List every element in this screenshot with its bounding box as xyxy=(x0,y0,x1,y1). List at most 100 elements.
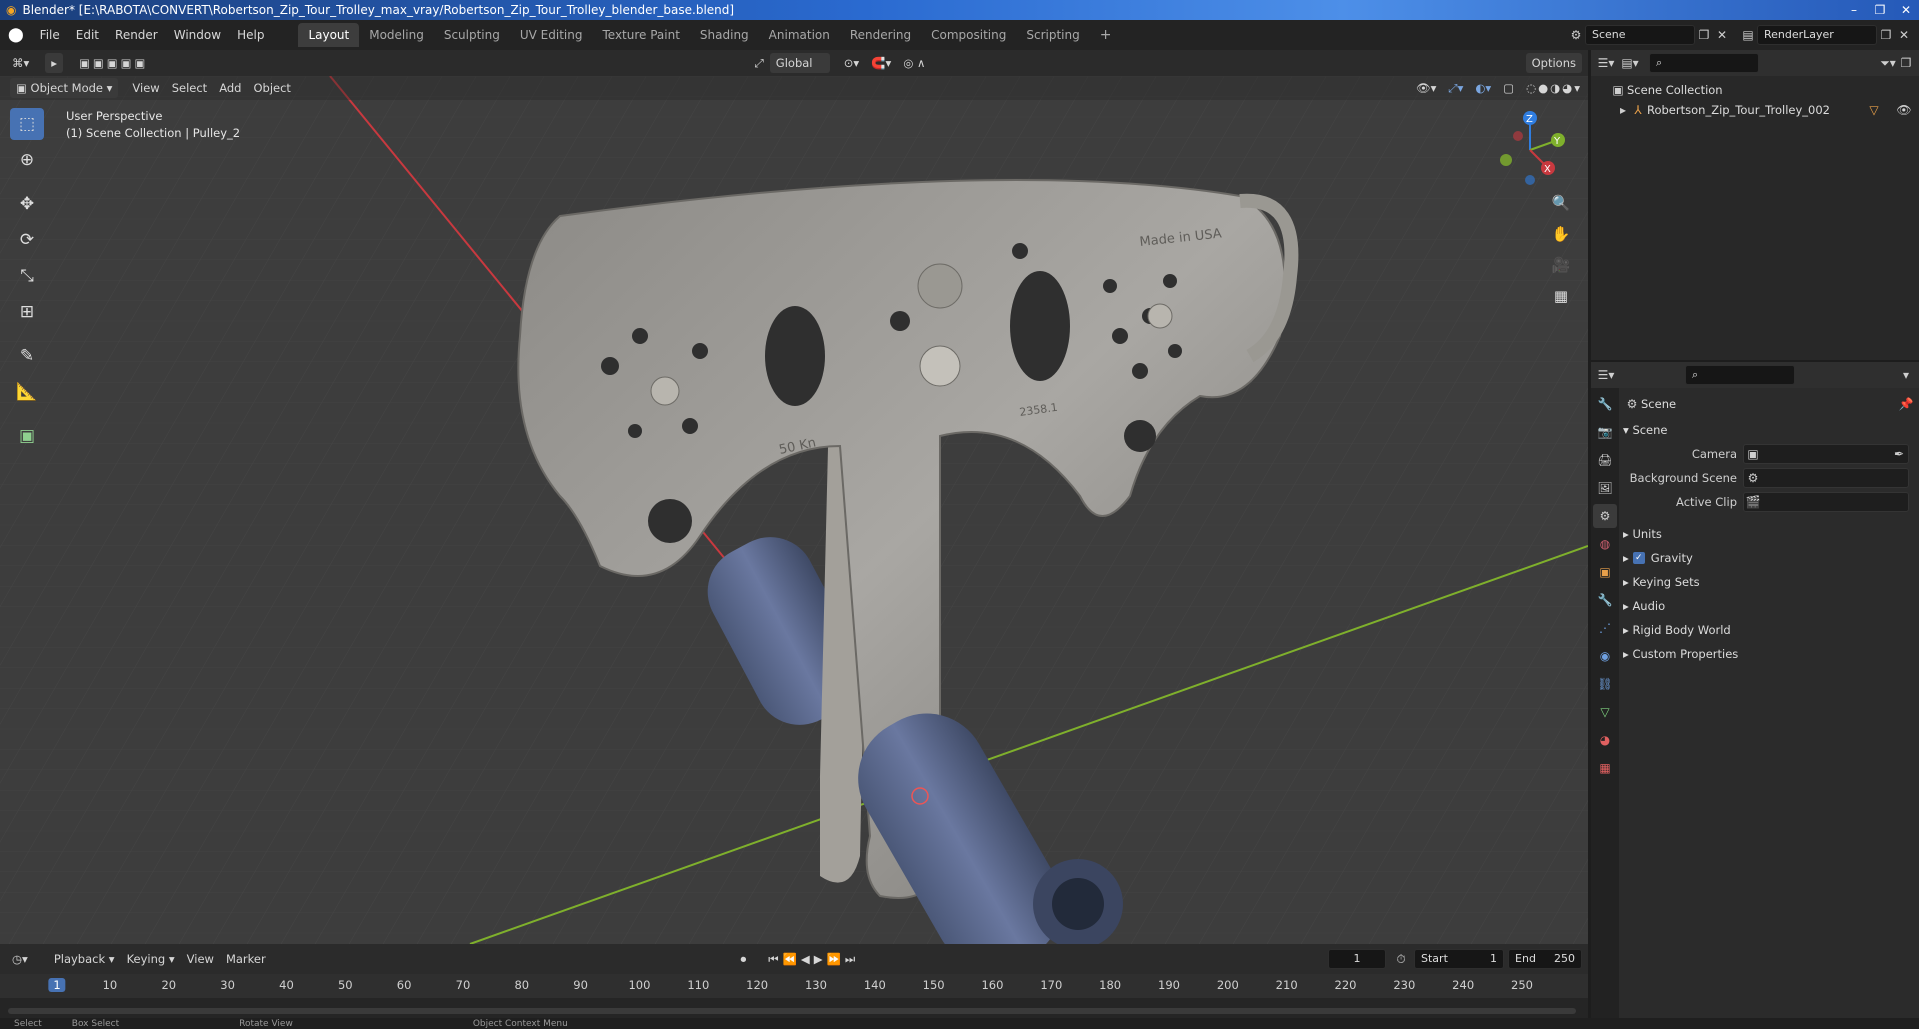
scene-panel-header[interactable]: ▾ Scene xyxy=(1623,418,1915,442)
data-tab-icon[interactable]: ▽ xyxy=(1593,700,1617,724)
measure-tool-icon[interactable]: 📐 xyxy=(10,376,44,408)
blender-menu-icon[interactable]: ⬤ xyxy=(0,20,32,50)
view-layer-selector[interactable]: RenderLayer xyxy=(1757,25,1877,45)
record-icon[interactable]: ⏺ xyxy=(734,949,752,969)
tab-modeling[interactable]: Modeling xyxy=(359,23,434,47)
transform-tool-icon[interactable]: ⊞ xyxy=(10,296,44,328)
background-scene-field[interactable]: ⚙ xyxy=(1743,468,1909,488)
view-layer-tab-icon[interactable]: 🖼 xyxy=(1593,476,1617,500)
tab-shading[interactable]: Shading xyxy=(690,23,759,47)
menu-view[interactable]: View xyxy=(126,78,165,98)
render-tab-icon[interactable]: 📷 xyxy=(1593,420,1617,444)
camera-field[interactable]: ▣ ✒ xyxy=(1743,444,1909,464)
tab-rendering[interactable]: Rendering xyxy=(840,23,921,47)
3d-viewport[interactable]: Made in USA 50 Kn 2358.1 User Perspectiv… xyxy=(0,76,1588,944)
display-mode-icon[interactable]: ▤▾ xyxy=(1621,54,1639,72)
snap-icon[interactable]: 🧲▾ xyxy=(865,53,897,73)
scale-tool-icon[interactable]: ⤡ xyxy=(10,260,44,292)
tab-scripting[interactable]: Scripting xyxy=(1016,23,1089,47)
panel-audio[interactable]: ▸ Audio xyxy=(1623,594,1915,618)
new-collection-icon[interactable]: ❐ xyxy=(1897,54,1915,72)
menu-playback[interactable]: Playback ▾ xyxy=(48,949,121,969)
menu-help[interactable]: Help xyxy=(229,20,272,50)
tab-animation[interactable]: Animation xyxy=(759,23,840,47)
playback-controls[interactable]: ⏮⏪◀▶⏩⏭ xyxy=(762,949,865,969)
mode-dropdown[interactable]: ▣ Object Mode ▾ xyxy=(10,78,119,98)
timeline-scrollbar[interactable] xyxy=(8,1008,1576,1014)
constraints-tab-icon[interactable]: ⛓ xyxy=(1593,672,1617,696)
gizmo-toggle-icon[interactable]: ⤢▾ xyxy=(1442,78,1469,98)
gravity-checkbox[interactable]: ✓ xyxy=(1632,552,1645,564)
options-dropdown[interactable]: Options xyxy=(1525,53,1582,73)
pivot-icon[interactable]: ⊙▾ xyxy=(838,53,865,73)
pin-icon[interactable]: 📌 xyxy=(1897,395,1915,413)
menu-add[interactable]: Add xyxy=(213,78,247,98)
shading-modes-icons[interactable]: ◌●◑◕▾ xyxy=(1520,78,1588,98)
remove-scene-icon[interactable]: ✕ xyxy=(1713,26,1731,44)
panel-keying-sets[interactable]: ▸ Keying Sets xyxy=(1623,570,1915,594)
panel-units[interactable]: ▸ Units xyxy=(1623,522,1915,546)
proportional-edit-icon[interactable]: ◎ ∧ xyxy=(897,53,931,73)
texture-tab-icon[interactable]: ▦ xyxy=(1593,756,1617,780)
new-view-layer-icon[interactable]: ❐ xyxy=(1877,26,1895,44)
end-frame-field[interactable]: End 250 xyxy=(1508,949,1583,969)
menu-object[interactable]: Object xyxy=(247,78,296,98)
modifier-tab-icon[interactable]: 🔧 xyxy=(1593,588,1617,612)
output-tab-icon[interactable]: 🖨 xyxy=(1593,448,1617,472)
outliner-editor-type-icon[interactable]: ☰▾ xyxy=(1597,54,1615,72)
view-layer-icon[interactable]: ▤ xyxy=(1739,26,1757,44)
menu-window[interactable]: Window xyxy=(166,20,229,50)
menu-keying[interactable]: Keying ▾ xyxy=(121,949,181,969)
tab-layout[interactable]: Layout xyxy=(298,23,360,47)
close-button[interactable]: ✕ xyxy=(1893,3,1919,17)
add-workspace-icon[interactable]: + xyxy=(1090,23,1122,47)
timeline-editor-type-icon[interactable]: ◷▾ xyxy=(6,949,34,969)
select-tool-icon[interactable]: ▸ xyxy=(45,53,64,73)
active-clip-field[interactable]: 🎬 xyxy=(1743,492,1909,512)
particles-tab-icon[interactable]: ⋰ xyxy=(1593,616,1617,640)
properties-editor-type-icon[interactable]: ☰▾ xyxy=(1597,366,1615,384)
orientation-icon[interactable]: ⤢ xyxy=(749,53,770,73)
tool-tab-icon[interactable]: 🔧 xyxy=(1593,392,1617,416)
properties-search-input[interactable]: ⌕ xyxy=(1685,365,1795,385)
maximize-button[interactable]: ❐ xyxy=(1867,3,1893,17)
move-tool-icon[interactable]: ✥ xyxy=(10,188,44,220)
pan-hand-icon[interactable]: ✋ xyxy=(1548,221,1574,247)
ortho-grid-icon[interactable]: ▦ xyxy=(1548,283,1574,309)
menu-marker[interactable]: Marker xyxy=(220,949,272,969)
current-frame-field[interactable]: 1 xyxy=(1328,949,1387,969)
current-frame-indicator[interactable]: 1 xyxy=(48,978,66,992)
transform-orientation-dropdown[interactable]: Global xyxy=(769,53,830,73)
filter-icon[interactable]: ⏷▾ xyxy=(1879,54,1897,72)
select-mode-icons[interactable]: ▣▣▣▣▣ xyxy=(73,53,154,73)
outliner-search-input[interactable]: ⌕ xyxy=(1649,53,1759,73)
zoom-icon[interactable]: 🔍 xyxy=(1548,190,1574,216)
menu-timeline-view[interactable]: View xyxy=(181,949,220,969)
remove-view-layer-icon[interactable]: ✕ xyxy=(1895,26,1913,44)
xray-icon[interactable]: ▢ xyxy=(1497,78,1520,98)
menu-render[interactable]: Render xyxy=(107,20,166,50)
expand-arrow-icon[interactable]: ▸ xyxy=(1617,101,1629,119)
panel-gravity[interactable]: ▸ ✓ Gravity xyxy=(1623,546,1915,570)
scene-selector[interactable]: Scene xyxy=(1585,25,1695,45)
annotate-tool-icon[interactable]: ✎ xyxy=(10,340,44,372)
rotate-tool-icon[interactable]: ⟳ xyxy=(10,224,44,256)
editor-type-icon[interactable]: ⌘▾ xyxy=(6,53,35,73)
world-tab-icon[interactable]: ◍ xyxy=(1593,532,1617,556)
new-scene-icon[interactable]: ❐ xyxy=(1695,26,1713,44)
tab-compositing[interactable]: Compositing xyxy=(921,23,1016,47)
eyedropper-icon[interactable]: ✒ xyxy=(1890,445,1908,463)
navigation-gizmo[interactable]: Z Y X xyxy=(1490,110,1570,190)
object-tab-icon[interactable]: ▣ xyxy=(1593,560,1617,584)
select-box-tool-icon[interactable]: ⬚ xyxy=(10,108,44,140)
scene-icon[interactable]: ⚙ xyxy=(1567,26,1585,44)
tab-sculpting[interactable]: Sculpting xyxy=(434,23,510,47)
outliner-root-row[interactable]: ▣ Scene Collection xyxy=(1591,80,1919,100)
menu-select[interactable]: Select xyxy=(166,78,213,98)
add-cube-tool-icon[interactable]: ▣ xyxy=(10,420,44,452)
tab-uv-editing[interactable]: UV Editing xyxy=(510,23,593,47)
properties-options-icon[interactable]: ▾ xyxy=(1897,366,1915,384)
minimize-button[interactable]: – xyxy=(1841,3,1867,17)
camera-view-icon[interactable]: 🎥 xyxy=(1548,252,1574,278)
visibility-eye-icon[interactable]: 👁 xyxy=(1895,101,1913,119)
